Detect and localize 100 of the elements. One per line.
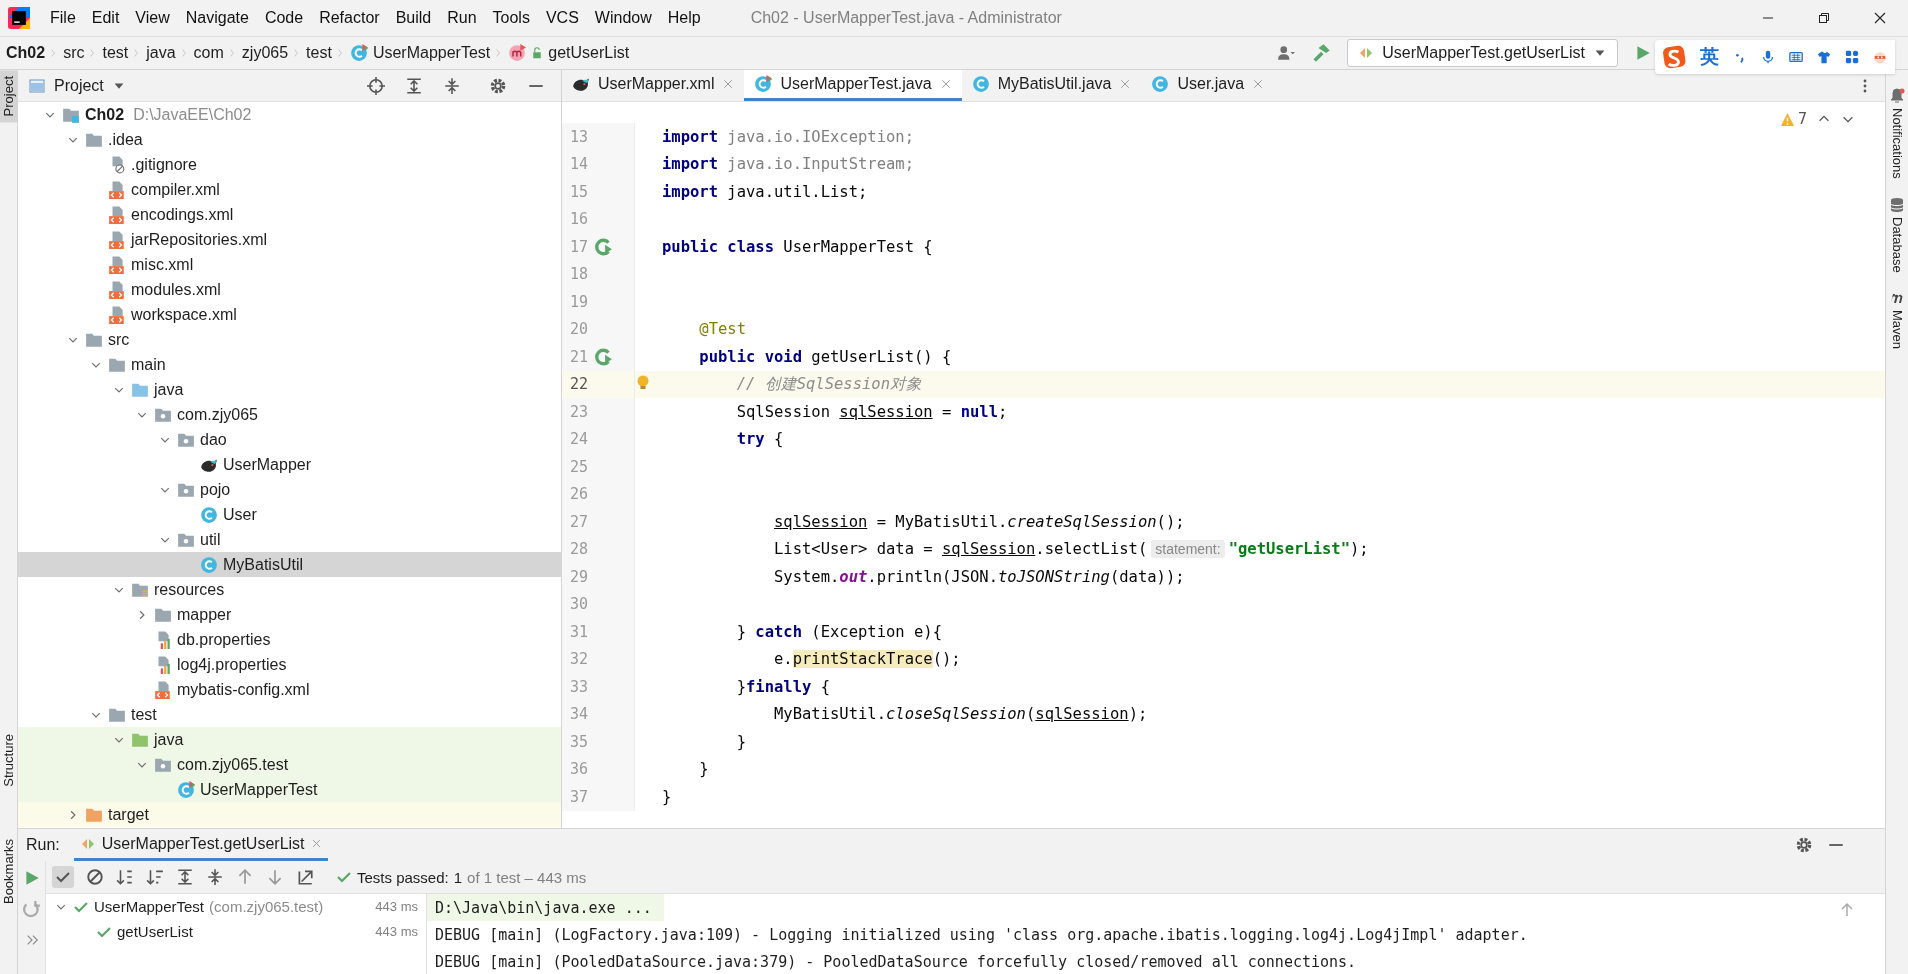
breadcrumb[interactable]: src	[60, 44, 88, 62]
editor-tab[interactable]: MyBatisUtil.java	[961, 70, 1142, 101]
run-test-icon[interactable]	[595, 237, 613, 256]
menu-item[interactable]: Help	[661, 9, 707, 27]
tree-item[interactable]: compiler.xml	[18, 177, 561, 202]
hammer-icon[interactable]	[1311, 43, 1332, 63]
code-line: } catch (Exception e){	[735, 622, 942, 641]
close-icon[interactable]	[1872, 10, 1888, 26]
menu-item[interactable]: Tools	[486, 9, 536, 27]
class-icon	[200, 555, 218, 574]
menu-item[interactable]: View	[129, 9, 176, 27]
tree-item[interactable]: target	[18, 802, 561, 827]
menu-item[interactable]: Build	[389, 9, 438, 27]
tree-item[interactable]: com.zjy065	[18, 402, 561, 427]
sort-icon[interactable]	[116, 868, 134, 886]
breadcrumb[interactable]: test	[99, 44, 132, 62]
breadcrumb[interactable]: java	[143, 44, 179, 62]
restore-icon[interactable]	[1816, 10, 1832, 26]
menu-item[interactable]: VCS	[539, 9, 585, 27]
tree-item[interactable]: test	[18, 702, 561, 727]
tool-window-tab[interactable]: Bookmarks	[0, 833, 17, 911]
tree-item[interactable]: .idea	[18, 127, 561, 152]
tree-item[interactable]: resources	[18, 577, 561, 602]
breadcrumb[interactable]: getUserList	[505, 44, 633, 62]
settings-icon[interactable]	[1795, 836, 1813, 854]
tree-item[interactable]: db.properties	[18, 627, 561, 652]
menu-item[interactable]: Refactor	[313, 9, 386, 27]
sort-by-duration-icon[interactable]	[146, 868, 164, 886]
result-tree-node[interactable]: UserMapperTest (com.zjy065.test) 443 ms	[46, 894, 426, 919]
tree-item[interactable]: log4j.properties	[18, 652, 561, 677]
tree-item[interactable]: util	[18, 527, 561, 552]
ignored-icon[interactable]	[86, 868, 104, 886]
code-line: import java.io.IOException;	[662, 127, 914, 146]
breadcrumb[interactable]: UserMapperTest	[346, 44, 494, 62]
tree-item[interactable]: jarRepositories.xml	[18, 227, 561, 252]
run-test-icon[interactable]	[595, 347, 613, 366]
tree-item[interactable]: Ch02 D:\JavaEE\Ch02	[18, 102, 561, 127]
window-title: Ch02 - UserMapperTest.java - Administrator	[750, 9, 1062, 27]
tree-item[interactable]: com.zjy065.test	[18, 752, 561, 777]
line-number: 30	[568, 595, 588, 614]
result-tree-node[interactable]: getUserList 443 ms	[46, 919, 426, 944]
inspection-widget[interactable]: 7	[1779, 110, 1807, 128]
code-line: @Test	[698, 320, 746, 339]
menu-item[interactable]: File	[44, 9, 82, 27]
breadcrumb[interactable]: com	[190, 44, 227, 62]
panel-title-dropdown[interactable]: Project	[28, 76, 126, 95]
menu-item[interactable]: Code	[258, 9, 310, 27]
input-language-toggle[interactable]: 英	[1699, 44, 1719, 70]
tree-item[interactable]: .gitignore	[18, 152, 561, 177]
breadcrumb[interactable]: zjy065	[238, 44, 292, 62]
line-number: 37	[568, 787, 588, 806]
run-icon[interactable]	[1634, 44, 1652, 62]
export-icon[interactable]	[296, 868, 314, 886]
tree-item[interactable]: src	[18, 327, 561, 352]
menu-item[interactable]: Window	[588, 9, 658, 27]
lightbulb-icon[interactable]	[635, 373, 651, 392]
tree-item[interactable]: main	[18, 352, 561, 377]
tool-window-tab[interactable]: Database	[1889, 212, 1905, 277]
tree-item[interactable]: UserMapper	[18, 452, 561, 477]
tree-item[interactable]: modules.xml	[18, 277, 561, 302]
tree-item[interactable]: pojo	[18, 477, 561, 502]
editor-tab[interactable]: UserMapper.xml	[562, 70, 745, 101]
tree-item[interactable]: User	[18, 502, 561, 527]
expand-all-icon[interactable]	[405, 76, 423, 95]
editor-tab[interactable]: User.java	[1141, 70, 1275, 101]
breadcrumb[interactable]: Ch02	[0, 44, 49, 62]
expand-all-icon[interactable]	[176, 868, 194, 886]
tree-item[interactable]: encodings.xml	[18, 202, 561, 227]
run-configuration-dropdown[interactable]: UserMapperTest.getUserList	[1347, 39, 1618, 67]
database-icon[interactable]	[1889, 196, 1905, 213]
tree-item[interactable]: UserMapperTest	[18, 777, 561, 802]
line-number: 17	[568, 237, 588, 256]
menu-item[interactable]: Edit	[85, 9, 126, 27]
tree-item[interactable]: MyBatisUtil	[18, 552, 561, 577]
tree-item[interactable]: misc.xml	[18, 252, 561, 277]
breadcrumb[interactable]: test	[303, 44, 335, 62]
tree-item[interactable]: dao	[18, 427, 561, 452]
tree-item[interactable]: workspace.xml	[18, 302, 561, 327]
up-arrow-icon[interactable]	[236, 868, 254, 886]
xml-file-icon	[108, 230, 126, 249]
line-number: 35	[568, 732, 588, 751]
menu-item[interactable]: Navigate	[179, 9, 255, 27]
tree-item[interactable]: java	[18, 727, 561, 752]
show-passed-toggle[interactable]	[52, 866, 74, 888]
collapse-all-icon[interactable]	[443, 76, 461, 95]
tool-window-tab[interactable]: Notifications	[1889, 104, 1905, 183]
tree-item[interactable]: mybatis-config.xml	[18, 677, 561, 702]
tree-item[interactable]: mapper	[18, 602, 561, 627]
bell-icon[interactable]	[1889, 88, 1905, 104]
menu-item[interactable]: Run	[441, 9, 483, 27]
editor-tab[interactable]: UserMapperTest.java	[744, 70, 962, 101]
tool-window-tab[interactable]: Project	[0, 70, 17, 123]
collapse-all-icon[interactable]	[206, 868, 224, 886]
tool-window-tab[interactable]: Structure	[0, 728, 17, 794]
tree-item[interactable]: java	[18, 377, 561, 402]
down-arrow-icon[interactable]	[266, 868, 284, 886]
tool-window-tab[interactable]: Maven	[1889, 306, 1905, 354]
check-icon	[336, 869, 352, 885]
locate-icon[interactable]	[367, 76, 385, 95]
settings-icon[interactable]	[489, 76, 507, 95]
